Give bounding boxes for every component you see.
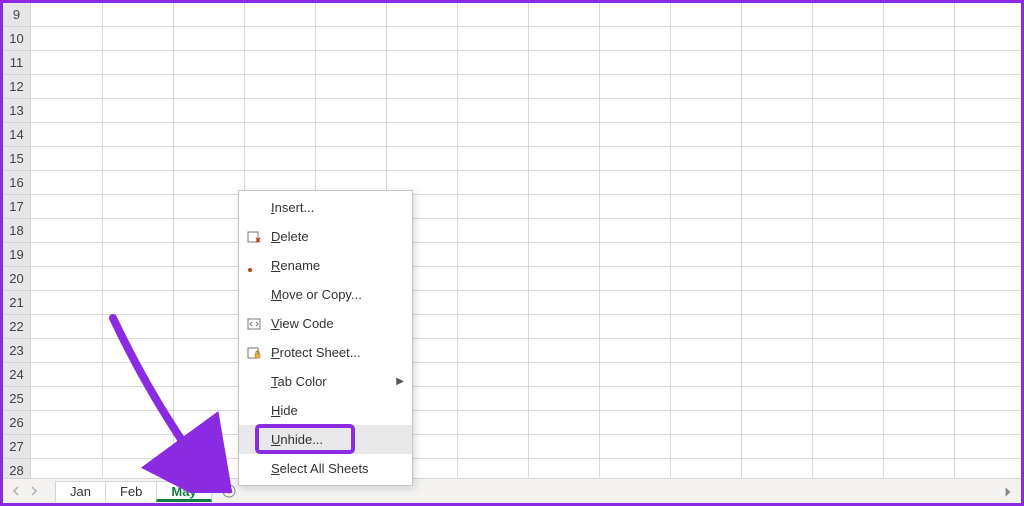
scroll-right-icon[interactable] (1002, 485, 1016, 499)
menu-item-label: Insert... (271, 200, 314, 215)
delete-icon (245, 228, 263, 246)
submenu-arrow-icon: ▶ (396, 376, 404, 387)
row-header[interactable]: 14 (3, 123, 31, 147)
row-header[interactable]: 21 (3, 291, 31, 315)
menu-item-tab-color[interactable]: Tab Color ▶ (239, 367, 412, 396)
menu-item-label: Delete (271, 229, 309, 244)
menu-item-label: Tab Color (271, 374, 327, 389)
sheet-tab-context-menu: Insert... Delete Rename Move or Copy... View… (238, 190, 413, 486)
row-header[interactable]: 23 (3, 339, 31, 363)
sheet-tab-feb[interactable]: Feb (105, 481, 157, 502)
sheet-tabs-bar: JanFebMay (3, 478, 1021, 503)
menu-item-view-code[interactable]: View Code (239, 309, 412, 338)
menu-item-label: Select All Sheets (271, 461, 369, 476)
row-header[interactable]: 12 (3, 75, 31, 99)
row-header[interactable]: 9 (3, 3, 31, 27)
pencil-icon (245, 257, 263, 275)
menu-item-insert[interactable]: Insert... (239, 193, 412, 222)
menu-item-label: Move or Copy... (271, 287, 362, 302)
row-header[interactable]: 25 (3, 387, 31, 411)
menu-item-move-or-copy[interactable]: Move or Copy... (239, 280, 412, 309)
menu-item-label: Hide (271, 403, 298, 418)
row-header[interactable]: 17 (3, 195, 31, 219)
row-header[interactable]: 26 (3, 411, 31, 435)
row-header[interactable]: 10 (3, 27, 31, 51)
menu-item-select-all-sheets[interactable]: Select All Sheets (239, 454, 412, 483)
spreadsheet-grid[interactable]: 910111213141516171819202122232425262728 (3, 3, 1021, 478)
menu-item-label: Protect Sheet... (271, 345, 361, 360)
row-header[interactable]: 28 (3, 459, 31, 478)
row-header[interactable]: 27 (3, 435, 31, 459)
row-header[interactable]: 24 (3, 363, 31, 387)
menu-item-delete[interactable]: Delete (239, 222, 412, 251)
viewcode-icon (245, 315, 263, 333)
menu-item-label: Rename (271, 258, 320, 273)
menu-item-protect-sheet[interactable]: Protect Sheet... (239, 338, 412, 367)
menu-item-rename[interactable]: Rename (239, 251, 412, 280)
row-header[interactable]: 18 (3, 219, 31, 243)
protect-icon (245, 344, 263, 362)
menu-item-label: Unhide... (271, 432, 323, 447)
prev-sheet-icon[interactable] (9, 484, 23, 498)
row-header[interactable]: 13 (3, 99, 31, 123)
sheet-tab-may[interactable]: May (156, 481, 211, 502)
row-header[interactable]: 19 (3, 243, 31, 267)
menu-item-label: View Code (271, 316, 334, 331)
row-header[interactable]: 20 (3, 267, 31, 291)
row-header[interactable]: 22 (3, 315, 31, 339)
menu-item-hide[interactable]: Hide (239, 396, 412, 425)
row-header[interactable]: 11 (3, 51, 31, 75)
menu-item-unhide[interactable]: Unhide... (239, 425, 412, 454)
next-sheet-icon[interactable] (27, 484, 41, 498)
row-header[interactable]: 16 (3, 171, 31, 195)
row-header[interactable]: 15 (3, 147, 31, 171)
sheet-tab-jan[interactable]: Jan (55, 481, 106, 502)
